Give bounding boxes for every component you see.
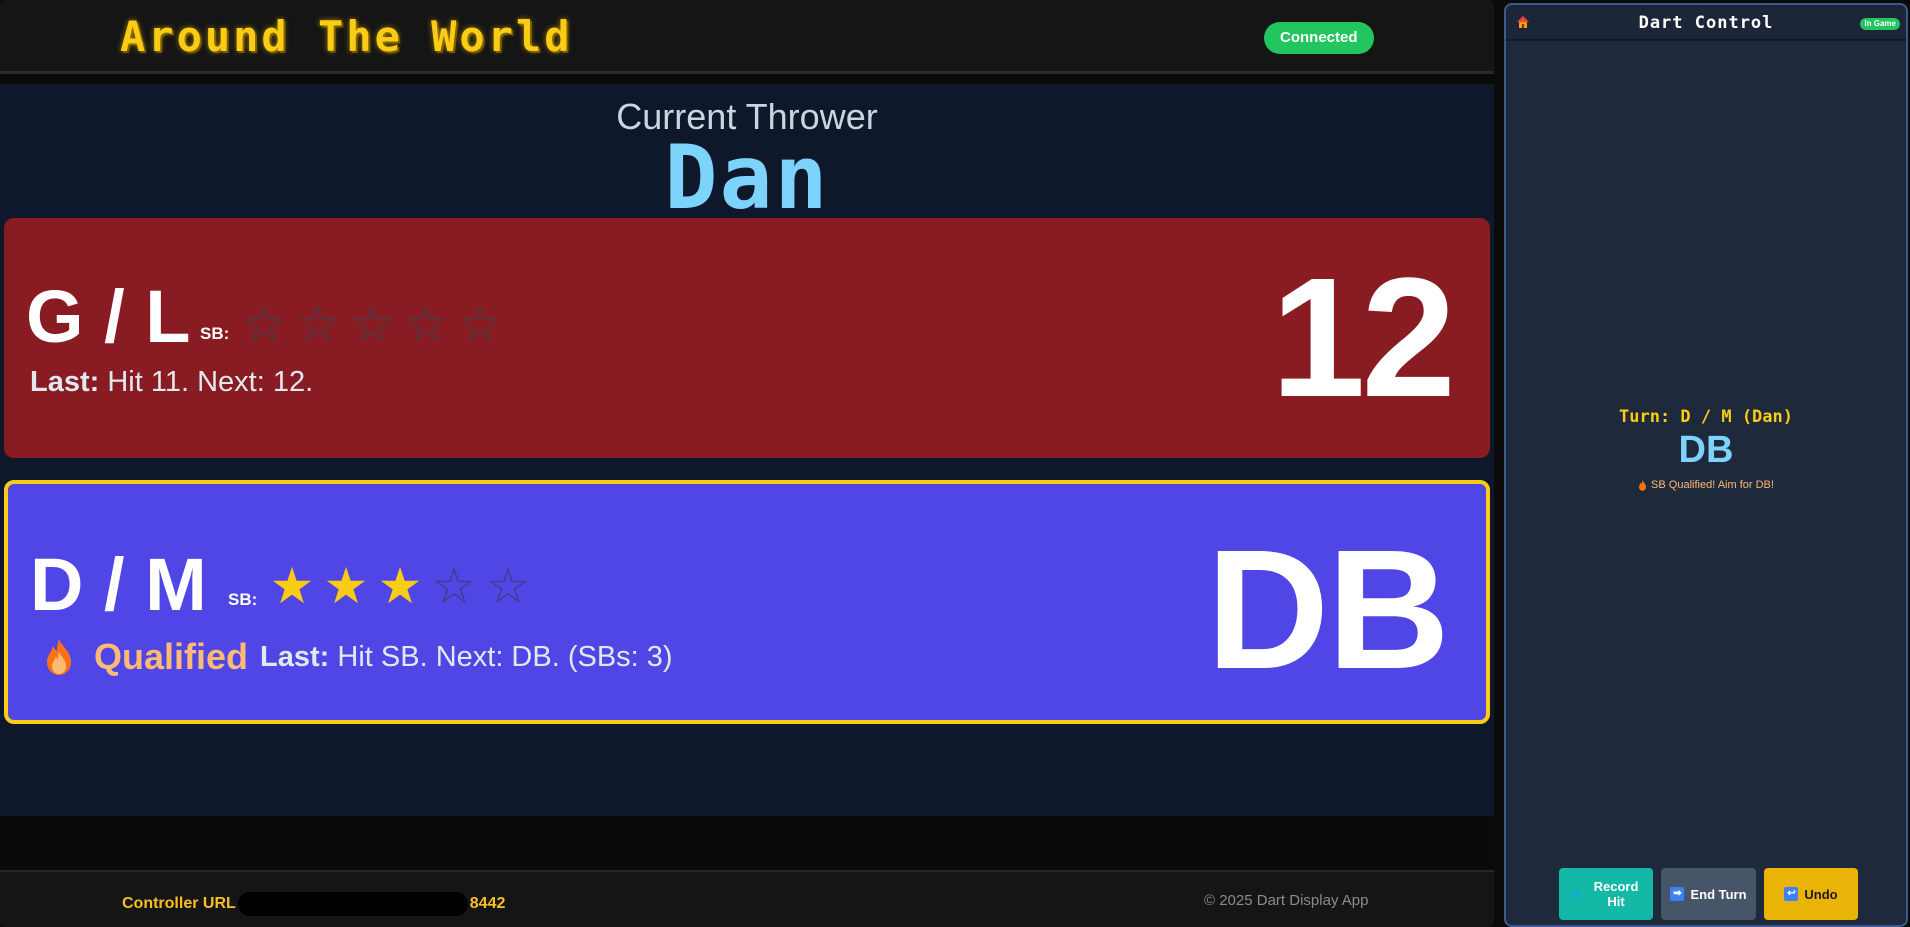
turn-target: DB <box>1678 429 1734 471</box>
controller-url: Controller URL 8442 <box>122 892 505 916</box>
last-throw-text: Hit SB. Next: DB. (SBs: 3) <box>337 640 673 673</box>
star-empty-icon: ☆ <box>457 296 503 352</box>
turn-hint-text: SB Qualified! Aim for DB! <box>1651 479 1774 491</box>
star-empty-icon: ☆ <box>241 296 287 352</box>
turn-indicator: Turn: D / M (Dan) <box>1619 407 1793 427</box>
sb-stars: ☆ ☆ ☆ ☆ ☆ <box>240 296 504 352</box>
star-empty-icon: ☆ <box>485 558 531 614</box>
team-card-dm: D / M SB: ★ ★ ★ ☆ ☆ Qualified Last: Hit SB. … <box>4 480 1490 724</box>
qualified-label: Qualified <box>94 636 249 677</box>
screen: Around The World Connected Current Throw… <box>0 0 1910 927</box>
team-card-gl: G / L SB: ☆ ☆ ☆ ☆ ☆ Last: Hit 11. Next: 12. … <box>4 218 1490 458</box>
app-title: Around The World <box>120 12 573 61</box>
controller-url-port: 8442 <box>469 895 506 912</box>
dart-control-panel: Dart Control In Game Turn: D / M (Dan) D… <box>1504 3 1908 927</box>
record-hit-button[interactable]: ✔ Record Hit <box>1559 868 1653 920</box>
sb-stars: ★ ★ ★ ☆ ☆ <box>268 558 532 614</box>
current-thrower-name: Dan <box>664 126 830 229</box>
star-filled-icon: ★ <box>377 558 423 614</box>
sb-label: SB: <box>228 590 258 609</box>
next-target: 12 <box>1270 243 1456 433</box>
end-turn-label: End Turn <box>1690 886 1747 902</box>
undo-label: Undo <box>1804 886 1838 902</box>
record-hit-label: Record Hit <box>1593 879 1639 909</box>
arrow-right-icon: ➡ <box>1670 887 1685 901</box>
last-throw-line: Last: Hit 11. Next: 12. <box>30 366 313 399</box>
last-throw-text: Hit 11. Next: 12. <box>107 366 314 398</box>
game-status-badge: In Game <box>1860 18 1900 30</box>
fire-icon <box>1638 479 1647 491</box>
control-panel-header: Dart Control In Game <box>1506 5 1906 41</box>
footer: Controller URL 8442 © 2025 Dart Display … <box>0 870 1494 927</box>
sb-label: SB: <box>200 324 230 343</box>
check-icon: ✔ <box>1571 886 1583 902</box>
header-bar: Around The World Connected <box>0 0 1494 74</box>
star-filled-icon: ★ <box>323 558 369 614</box>
turn-hint: SB Qualified! Aim for DB! <box>1506 479 1906 491</box>
last-label: Last: <box>260 640 330 673</box>
team-name: D / M <box>30 543 207 626</box>
undo-button[interactable]: ↩ Undo <box>1764 868 1858 920</box>
undo-icon: ↩ <box>1784 887 1799 901</box>
end-turn-button[interactable]: ➡ End Turn <box>1661 868 1756 920</box>
star-empty-icon: ☆ <box>349 296 395 352</box>
last-throw-line: Qualified Last: Hit SB. Next: DB. (SBs: … <box>38 636 673 678</box>
star-empty-icon: ☆ <box>295 296 341 352</box>
connection-status-badge: Connected <box>1264 22 1374 54</box>
copyright-text: © 2025 Dart Display App <box>1204 892 1369 909</box>
team-name: G / L <box>26 275 191 358</box>
star-empty-icon: ☆ <box>403 296 449 352</box>
scoreboard-display: Around The World Connected Current Throw… <box>0 0 1494 927</box>
fire-icon <box>44 638 74 676</box>
game-stage: Current Thrower Dan G / L SB: ☆ ☆ ☆ ☆ ☆ Last… <box>0 84 1494 816</box>
star-filled-icon: ★ <box>269 558 315 614</box>
next-target: DB <box>1206 515 1450 705</box>
star-empty-icon: ☆ <box>431 558 477 614</box>
last-label: Last: <box>30 366 100 398</box>
redacted-address <box>237 892 468 916</box>
control-panel-title: Dart Control <box>1638 13 1774 33</box>
controller-url-label: Controller URL <box>122 895 236 912</box>
